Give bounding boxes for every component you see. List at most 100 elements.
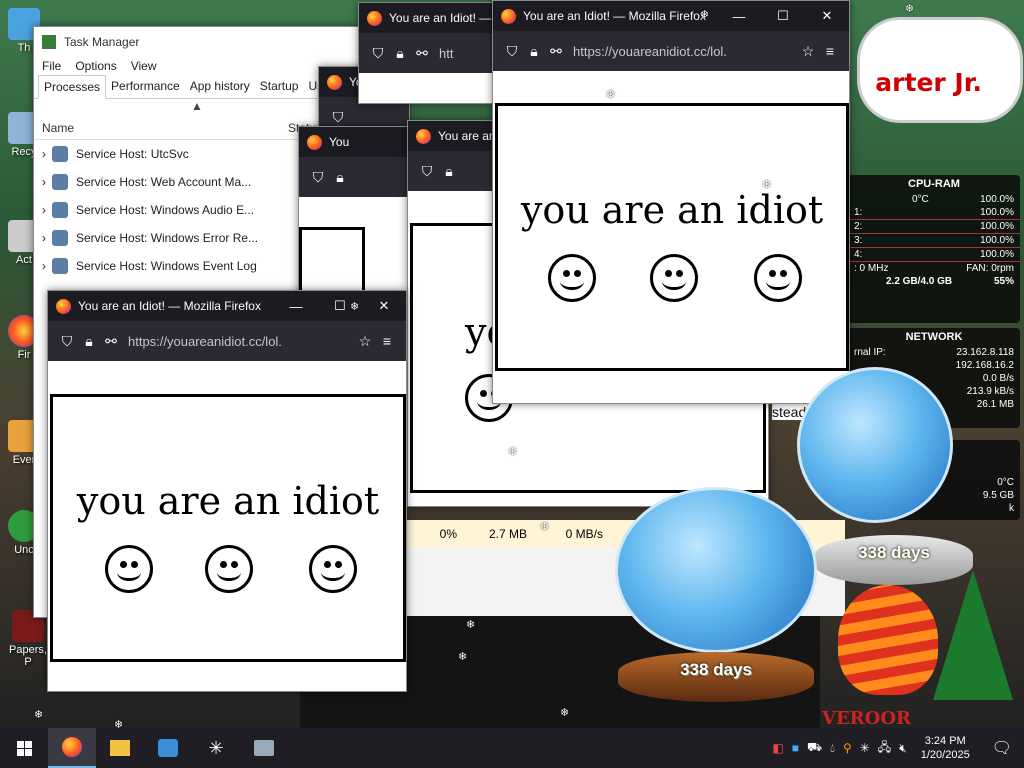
expand-chevron-icon[interactable]: › <box>42 203 46 217</box>
expand-chevron-icon[interactable]: › <box>42 175 46 189</box>
snowflake-icon: ❄ <box>606 89 616 101</box>
firefox-icon <box>367 10 382 26</box>
permissions-icon[interactable]: ⚯ <box>411 45 433 62</box>
menu-options[interactable]: Options <box>75 59 116 73</box>
snowflake-icon: ❄ <box>466 619 476 631</box>
gear-icon <box>52 174 68 190</box>
shield-icon[interactable]: ⛉ <box>56 333 78 350</box>
notifications-icon[interactable]: 🗨︎ <box>980 738 1024 758</box>
expand-chevron-icon[interactable]: › <box>42 147 46 161</box>
lock-icon[interactable]: 🔒︎ <box>78 333 100 350</box>
days-counter-big: 338 days <box>680 660 752 679</box>
bookmark-star-icon[interactable]: ☆ <box>354 333 376 350</box>
firefox-window-front-right[interactable]: You are an Idiot! — Mozilla Firefox — ☐ … <box>492 0 850 404</box>
window-title: You are an Idiot! — Mozilla Firefox <box>78 299 261 313</box>
bookmark-star-icon[interactable]: ☆ <box>797 43 819 60</box>
snowflake-icon[interactable]: ✳ <box>856 741 874 755</box>
wallpaper-text: VEROOR <box>822 708 911 729</box>
gadget-title: CPU-RAM <box>908 178 960 190</box>
lock-icon[interactable]: 🔒︎ <box>438 163 460 180</box>
menu-icon[interactable]: ≡ <box>819 43 841 59</box>
snowflake-icon: ✳ <box>208 737 224 758</box>
taskbar-file-explorer[interactable] <box>96 728 144 768</box>
task-manager-icon <box>254 740 274 756</box>
desktop-icon-papers-please[interactable]: Papers, P <box>4 610 52 668</box>
tab-strip: Processes Performance App history Startu… <box>34 75 360 99</box>
sort-arrow-icon[interactable]: ▲ <box>34 99 360 121</box>
shield-icon[interactable]: ⛉ <box>307 169 329 186</box>
tab-app-history[interactable]: App history <box>185 75 255 98</box>
disk-temp: 0°C <box>997 477 1014 488</box>
maximize-button[interactable]: ☐ <box>761 8 805 24</box>
firefox-icon <box>307 134 322 150</box>
shield-icon[interactable]: ⛉ <box>416 163 438 180</box>
taskbar-firefox[interactable] <box>48 728 96 768</box>
url-bar[interactable]: https://youareanidiot.cc/lol. <box>122 334 354 349</box>
idiot-frame: you are an idiot <box>495 103 849 371</box>
lock-icon[interactable]: 🔒︎ <box>389 45 411 62</box>
firefox-window-front-left[interactable]: You are an Idiot! — Mozilla Firefox — ☐ … <box>47 290 407 692</box>
url-bar[interactable]: https://youareanidiot.cc/lol. <box>567 44 797 59</box>
firefox-icon <box>62 737 82 757</box>
tab-startup[interactable]: Startup <box>255 75 304 98</box>
download-rate: 213.9 kB/s <box>966 386 1014 397</box>
smiley-icon <box>650 254 698 302</box>
volume-muted-icon[interactable]: 🔇︎ <box>895 741 911 756</box>
web-page: you are an idiot <box>493 71 849 401</box>
firefox-window-back-3[interactable]: You are an Idiot! — ⛉ 🔒︎ ⚯ htt <box>358 2 500 104</box>
taskbar: ✳ ◧ ■ ⛟ 💧︎ ⚲ ✳ 🖧︎ 🔇︎ 3:24 PM 1/20/2025 🗨… <box>0 728 1024 768</box>
snowflake-icon: ❄ <box>540 521 550 533</box>
expand-chevron-icon[interactable]: › <box>42 259 46 273</box>
taskbar-task-manager[interactable] <box>240 728 288 768</box>
core-usage: 100.0% <box>980 235 1014 246</box>
gear-icon <box>52 258 68 274</box>
task-manager-icon <box>42 35 56 49</box>
column-name[interactable]: Name <box>42 121 74 135</box>
permissions-icon[interactable]: ⚯ <box>100 333 122 350</box>
christmas-tree-icon <box>933 570 1013 700</box>
lock-icon[interactable]: 🔒︎ <box>523 43 545 60</box>
water-drop-icon[interactable]: 💧︎ <box>826 741 839 756</box>
lock-icon[interactable]: 🔒︎ <box>329 169 351 186</box>
nav-bar: ⛉ 🔒︎ ⚯ https://youareanidiot.cc/lol. ☆ ≡ <box>48 321 406 361</box>
ram-usage: 2.2 GB/4.0 GB <box>886 276 953 287</box>
tab-processes[interactable]: Processes <box>38 75 107 99</box>
nav-bar: ⛉ 🔒︎ <box>299 157 409 197</box>
firefox-icon <box>56 298 71 314</box>
taskbar-snowflake-app[interactable]: ✳ <box>192 728 240 768</box>
nav-bar: ⛉ 🔒︎ ⚯ htt <box>359 33 499 73</box>
upload-rate: 0.0 B/s <box>982 373 1014 384</box>
expand-chevron-icon[interactable]: › <box>42 231 46 245</box>
menu-icon[interactable]: ≡ <box>376 333 398 349</box>
clock[interactable]: 3:24 PM 1/20/2025 <box>911 734 980 762</box>
shield-icon[interactable]: ⛉ <box>327 109 349 126</box>
tab-performance[interactable]: Performance <box>106 75 185 98</box>
network-icon[interactable]: 🖧︎ <box>874 738 895 759</box>
minimize-button[interactable]: — <box>274 299 318 314</box>
smiley-icon <box>105 545 153 593</box>
firefox-icon <box>501 8 516 24</box>
snowflake-icon: ❄ <box>34 709 44 721</box>
tray-app-icon[interactable]: ⛟ <box>803 740 826 756</box>
tray-app-icon[interactable]: ■ <box>788 741 803 755</box>
gear-icon <box>52 230 68 246</box>
title-bar: You <box>299 127 409 157</box>
search-icon[interactable]: ⚲ <box>839 741 856 755</box>
permissions-icon[interactable]: ⚯ <box>545 43 567 60</box>
url-bar[interactable]: htt <box>433 46 491 61</box>
firefox-window-back-2[interactable]: You ⛉ 🔒︎ <box>298 126 410 298</box>
close-button[interactable]: ✕ <box>362 298 406 314</box>
start-button[interactable] <box>0 728 48 768</box>
minimize-button[interactable]: — <box>717 9 761 24</box>
menu-file[interactable]: File <box>42 59 61 73</box>
cpu-freq: : 0 MHz <box>854 263 889 274</box>
shield-icon[interactable]: ⛉ <box>367 45 389 62</box>
menu-view[interactable]: View <box>131 59 157 73</box>
core-usage: 100.0% <box>980 249 1014 260</box>
taskbar-app[interactable] <box>144 728 192 768</box>
cpu-total: 100.0% <box>980 194 1014 205</box>
gear-icon <box>52 202 68 218</box>
tray-app-icon[interactable]: ◧ <box>768 741 787 755</box>
shield-icon[interactable]: ⛉ <box>501 43 523 60</box>
close-button[interactable]: ✕ <box>805 8 849 24</box>
